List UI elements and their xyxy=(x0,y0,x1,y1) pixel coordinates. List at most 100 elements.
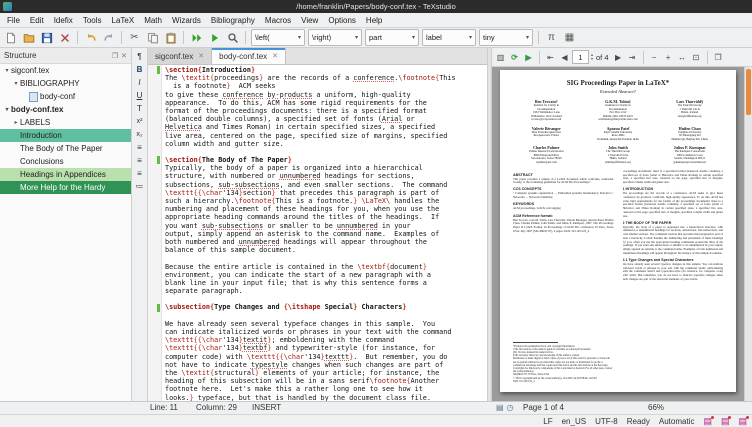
right-delimiter-select[interactable]: \right)▾ xyxy=(308,29,362,46)
insert-table-button[interactable]: ▦ xyxy=(561,29,578,46)
pdf-view[interactable]: SIG Proceedings Paper in LaTeX* Extended… xyxy=(492,67,752,401)
statusbar: LFen_USUTF-8ReadyAutomatic▤▤▤ xyxy=(0,414,752,427)
prev-page-button[interactable]: ◀ xyxy=(558,50,571,64)
build-view-icon xyxy=(191,32,203,44)
copy-button[interactable] xyxy=(144,29,161,46)
close-tab-icon[interactable]: ✕ xyxy=(272,52,278,60)
fit-page-button[interactable]: ⊡ xyxy=(690,50,703,64)
first-page-button[interactable]: ⇤ xyxy=(544,50,557,64)
structure-item-introduction[interactable]: Introduction xyxy=(0,129,131,142)
open-file-button[interactable] xyxy=(20,29,37,46)
pdf-author: Julius P. KumquatThe Kumquat Consortium2… xyxy=(656,145,723,164)
expander-icon[interactable]: ▾ xyxy=(3,67,11,74)
expander-icon[interactable]: ▾ xyxy=(3,106,11,113)
paste-button[interactable] xyxy=(162,29,179,46)
detach-viewer-button[interactable]: ❐ xyxy=(712,50,725,64)
pilcrow-icon[interactable]: ¶ xyxy=(133,50,146,62)
pdf-play-button[interactable]: ▶ xyxy=(522,50,535,64)
cut-button[interactable]: ✂ xyxy=(126,29,143,46)
close-panel-icon[interactable]: ✕ xyxy=(121,52,127,60)
tab-label: body-conf.tex xyxy=(219,52,267,61)
refresh-icon: ⟳ xyxy=(511,53,518,62)
menu-idefix[interactable]: Idefix xyxy=(49,16,78,25)
pdf-author: Valerie BérangerInria Paris-Rocquencourt… xyxy=(513,126,580,142)
structure-item-more-help-for-the-hardy[interactable]: More Help for the Hardy xyxy=(0,181,131,194)
close-file-button[interactable] xyxy=(56,29,73,46)
structure-item-headings-in-appendices[interactable]: Headings in Appendices xyxy=(0,168,131,181)
new-file-button[interactable] xyxy=(2,29,19,46)
pdf-footnote-block: *Produces the permission block, and copy… xyxy=(513,339,614,383)
menu-options[interactable]: Options xyxy=(323,16,361,25)
clock-icon[interactable]: ◷ xyxy=(507,403,514,413)
align-right-icon[interactable]: ≡ xyxy=(133,167,146,179)
structure-panel: Structure ❐ ✕ ▾sigconf.tex▾BIBLIOGRAPHYb… xyxy=(0,48,132,401)
expander-icon[interactable]: ▸ xyxy=(12,119,20,126)
left-delimiter-select[interactable]: \left(▾ xyxy=(251,29,305,46)
toolbar-separator xyxy=(183,31,184,44)
structure-item-body-conf[interactable]: body-conf xyxy=(0,90,131,103)
toc-button[interactable]: ▥ xyxy=(494,50,507,64)
typewriter-icon[interactable]: T xyxy=(133,102,146,114)
tab-sigconf-tex[interactable]: sigconf.tex✕ xyxy=(148,48,212,64)
menu-bibliography[interactable]: Bibliography xyxy=(206,16,260,25)
next-page-button[interactable]: ▶ xyxy=(612,50,625,64)
fontsize-select[interactable]: tiny▾ xyxy=(479,29,533,46)
superscript-icon[interactable]: x² xyxy=(133,115,146,127)
pdf-scrollbar[interactable] xyxy=(744,67,752,401)
redo-button[interactable] xyxy=(100,29,117,46)
reference-select[interactable]: label▾ xyxy=(422,29,476,46)
pdf-refresh-button[interactable]: ⟳ xyxy=(508,50,521,64)
structure-item-the-body-of-the-paper[interactable]: The Body of The Paper xyxy=(0,142,131,155)
code-line: \section{The Body of The Paper} xyxy=(165,156,484,164)
menu-help[interactable]: Help xyxy=(361,16,387,25)
compile-button[interactable] xyxy=(206,29,223,46)
sectioning-select[interactable]: part▾ xyxy=(365,29,419,46)
toolbar-separator xyxy=(77,31,78,44)
align-left-icon[interactable]: ≡ xyxy=(133,141,146,153)
structure-item-body-conf-tex[interactable]: ▾body-conf.tex xyxy=(0,103,131,116)
math-mode-button[interactable]: π xyxy=(543,29,560,46)
spin-arrows-icon[interactable]: ▴▾ xyxy=(591,53,593,61)
report-icon[interactable]: ▤ xyxy=(496,403,504,413)
pdf-page: SIG Proceedings Paper in LaTeX* Extended… xyxy=(500,70,736,392)
build-view-button[interactable] xyxy=(188,29,205,46)
italic-icon[interactable]: I xyxy=(133,76,146,88)
fit-width-button[interactable]: ↔ xyxy=(676,50,689,64)
save-button[interactable] xyxy=(38,29,55,46)
menu-latex[interactable]: LaTeX xyxy=(107,16,140,25)
last-page-button[interactable]: ⇥ xyxy=(626,50,639,64)
structure-item-labels[interactable]: ▸LABELS xyxy=(0,116,131,129)
preview-badge-icon[interactable]: ▤ xyxy=(738,417,747,426)
zoom-in-button[interactable]: + xyxy=(662,50,675,64)
bullet-list-icon[interactable]: ≔ xyxy=(133,180,146,192)
expander-icon[interactable]: ▾ xyxy=(12,80,20,87)
underline-icon[interactable]: U xyxy=(133,89,146,101)
subscript-icon[interactable]: x₂ xyxy=(133,128,146,140)
view-pdf-button[interactable] xyxy=(224,29,241,46)
menu-macros[interactable]: Macros xyxy=(260,16,296,25)
menu-math[interactable]: Math xyxy=(139,16,167,25)
code-line: \section{Introduction} xyxy=(165,66,484,74)
pdf-status-icons: ▤◷ xyxy=(496,403,514,413)
log-badge-icon[interactable]: ▤ xyxy=(721,417,730,426)
float-panel-icon[interactable]: ❐ xyxy=(112,52,118,60)
menu-view[interactable]: View xyxy=(296,16,323,25)
code-area[interactable]: \section{Introduction}The \textit{procee… xyxy=(162,65,487,401)
close-tab-icon[interactable]: ✕ xyxy=(198,52,204,60)
zoom-out-button[interactable]: − xyxy=(648,50,661,64)
page-number-input[interactable]: 1 xyxy=(572,50,589,64)
align-center-icon[interactable]: ≡ xyxy=(133,154,146,166)
pdf-scrollbar-thumb[interactable] xyxy=(746,69,751,115)
structure-item-bibliography[interactable]: ▾BIBLIOGRAPHY xyxy=(0,77,131,90)
menu-file[interactable]: File xyxy=(2,16,25,25)
tab-body-conf-tex[interactable]: body-conf.tex ✕ xyxy=(212,48,286,64)
menu-edit[interactable]: Edit xyxy=(25,16,49,25)
structure-item-conclusions[interactable]: Conclusions xyxy=(0,155,131,168)
menu-tools[interactable]: Tools xyxy=(78,16,107,25)
menu-wizards[interactable]: Wizards xyxy=(167,16,206,25)
structure-item-label: Headings in Appendices xyxy=(20,170,106,179)
structure-item-sigconf-tex[interactable]: ▾sigconf.tex xyxy=(0,64,131,77)
bold-icon[interactable]: B xyxy=(133,63,146,75)
undo-button[interactable] xyxy=(82,29,99,46)
messages-badge-icon[interactable]: ▤ xyxy=(703,417,712,426)
